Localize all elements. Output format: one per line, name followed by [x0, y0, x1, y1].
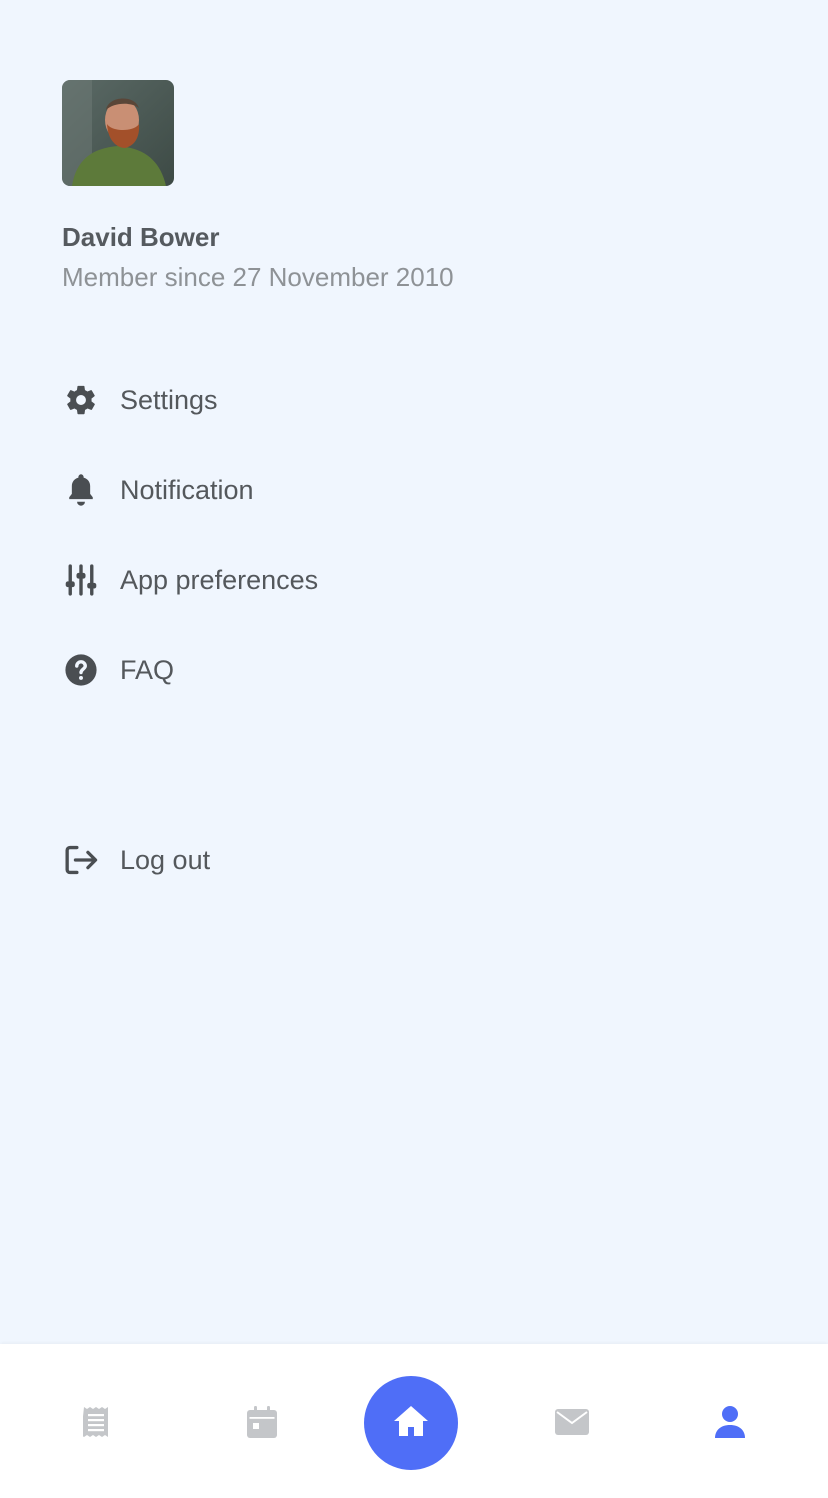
- menu-item-logout[interactable]: Log out: [62, 840, 210, 880]
- menu-label-notification: Notification: [120, 474, 254, 505]
- user-name: David Bower: [62, 222, 220, 252]
- envelope-icon: [555, 1408, 589, 1440]
- menu-item-notification[interactable]: Notification: [62, 470, 254, 510]
- profile-screen: David Bower Member since 27 November 201…: [0, 0, 828, 1498]
- receipt-icon: [81, 1406, 109, 1443]
- logout-icon: [62, 841, 100, 879]
- menu-label-logout: Log out: [120, 844, 211, 875]
- nav-calendar[interactable]: [222, 1384, 302, 1464]
- sliders-icon: [62, 561, 100, 599]
- home-icon: [393, 1405, 429, 1442]
- menu-item-faq[interactable]: FAQ: [62, 650, 174, 690]
- nav-profile[interactable]: [690, 1384, 770, 1464]
- menu-label-faq: FAQ: [120, 654, 175, 685]
- question-circle-icon: [62, 651, 100, 689]
- nav-home[interactable]: [364, 1376, 458, 1470]
- bell-icon: [62, 471, 100, 509]
- user-icon: [715, 1405, 745, 1443]
- menu-label-settings: Settings: [120, 384, 218, 415]
- bottom-nav: [0, 1344, 828, 1498]
- member-since-text: Member since 27 November 2010: [62, 262, 454, 292]
- menu-item-settings[interactable]: Settings: [62, 380, 218, 420]
- menu-label-app-preferences: App preferences: [120, 564, 319, 595]
- avatar[interactable]: [62, 80, 174, 186]
- nav-receipts[interactable]: [56, 1384, 136, 1464]
- gear-icon: [62, 381, 100, 419]
- menu-item-app-preferences[interactable]: App preferences: [62, 560, 318, 600]
- avatar-photo: [62, 80, 174, 186]
- calendar-icon: [247, 1405, 277, 1443]
- nav-messages[interactable]: [532, 1384, 612, 1464]
